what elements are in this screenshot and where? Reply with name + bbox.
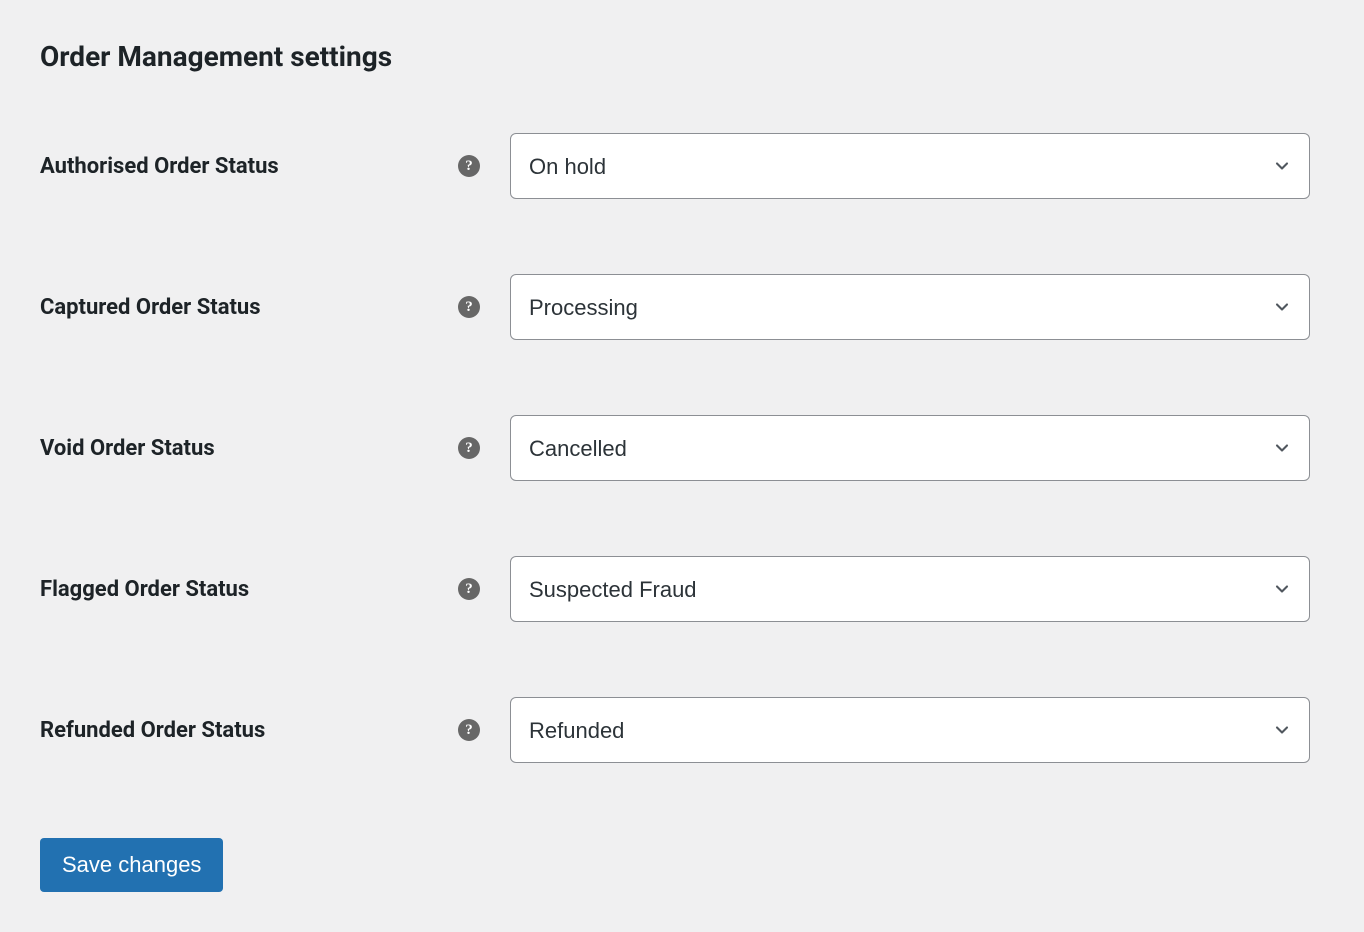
select-authorised-status[interactable]: On hold: [510, 133, 1310, 199]
setting-label-refunded: Refunded Order Status: [40, 718, 458, 743]
help-icon[interactable]: ?: [458, 437, 480, 459]
select-flagged-status[interactable]: Suspected Fraud: [510, 556, 1310, 622]
setting-label-void: Void Order Status: [40, 436, 458, 461]
setting-label-wrap: Void Order Status ?: [40, 436, 510, 461]
setting-label-wrap: Flagged Order Status ?: [40, 577, 510, 602]
page-title: Order Management settings: [40, 40, 1324, 73]
help-icon[interactable]: ?: [458, 719, 480, 741]
save-changes-button[interactable]: Save changes: [40, 838, 223, 892]
setting-label-captured: Captured Order Status: [40, 295, 458, 320]
setting-label-flagged: Flagged Order Status: [40, 577, 458, 602]
select-wrap-flagged: Suspected Fraud: [510, 556, 1310, 622]
setting-label-wrap: Authorised Order Status ?: [40, 154, 510, 179]
select-wrap-authorised: On hold: [510, 133, 1310, 199]
setting-row-captured: Captured Order Status ? Processing: [40, 274, 1324, 340]
setting-row-authorised: Authorised Order Status ? On hold: [40, 133, 1324, 199]
setting-label-wrap: Refunded Order Status ?: [40, 718, 510, 743]
select-void-status[interactable]: Cancelled: [510, 415, 1310, 481]
setting-label-authorised: Authorised Order Status: [40, 154, 458, 179]
select-wrap-void: Cancelled: [510, 415, 1310, 481]
setting-row-refunded: Refunded Order Status ? Refunded: [40, 697, 1324, 763]
help-icon[interactable]: ?: [458, 296, 480, 318]
select-wrap-refunded: Refunded: [510, 697, 1310, 763]
setting-label-wrap: Captured Order Status ?: [40, 295, 510, 320]
select-refunded-status[interactable]: Refunded: [510, 697, 1310, 763]
setting-row-flagged: Flagged Order Status ? Suspected Fraud: [40, 556, 1324, 622]
select-captured-status[interactable]: Processing: [510, 274, 1310, 340]
setting-row-void: Void Order Status ? Cancelled: [40, 415, 1324, 481]
help-icon[interactable]: ?: [458, 578, 480, 600]
select-wrap-captured: Processing: [510, 274, 1310, 340]
help-icon[interactable]: ?: [458, 155, 480, 177]
